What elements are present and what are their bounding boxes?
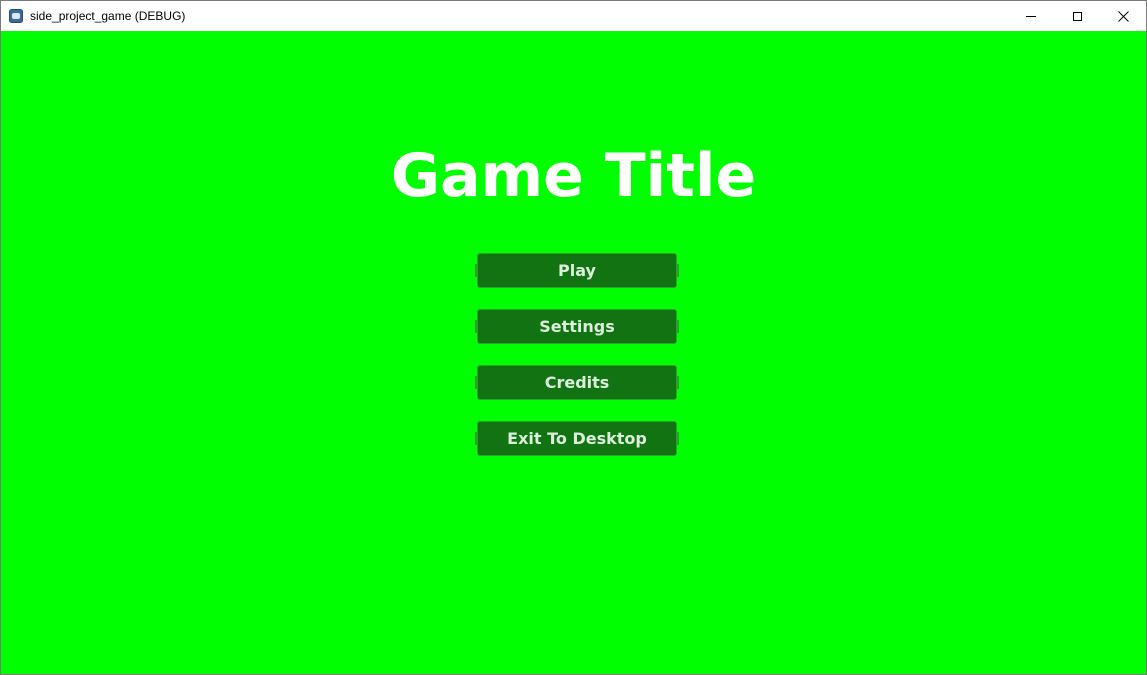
game-title: Game Title bbox=[390, 141, 757, 211]
window-titlebar[interactable]: side_project_game (DEBUG) bbox=[1, 1, 1146, 31]
game-window: side_project_game (DEBUG) Game Title Pla… bbox=[0, 0, 1147, 675]
main-menu: Play Settings Credits Exit To Desktop bbox=[475, 253, 679, 477]
window-title: side_project_game (DEBUG) bbox=[30, 9, 186, 23]
close-button[interactable] bbox=[1100, 1, 1146, 31]
settings-button[interactable]: Settings bbox=[475, 309, 679, 344]
exit-to-desktop-button[interactable]: Exit To Desktop bbox=[475, 421, 679, 456]
maximize-icon bbox=[1072, 11, 1082, 21]
maximize-button[interactable] bbox=[1054, 1, 1100, 31]
minimize-icon bbox=[1026, 15, 1036, 17]
game-viewport: Game Title Play Settings Credits Exit To… bbox=[1, 31, 1146, 674]
play-button[interactable]: Play bbox=[475, 253, 679, 288]
app-icon bbox=[9, 9, 23, 23]
close-icon bbox=[1117, 10, 1129, 22]
minimize-button[interactable] bbox=[1008, 1, 1054, 31]
credits-button[interactable]: Credits bbox=[475, 365, 679, 400]
